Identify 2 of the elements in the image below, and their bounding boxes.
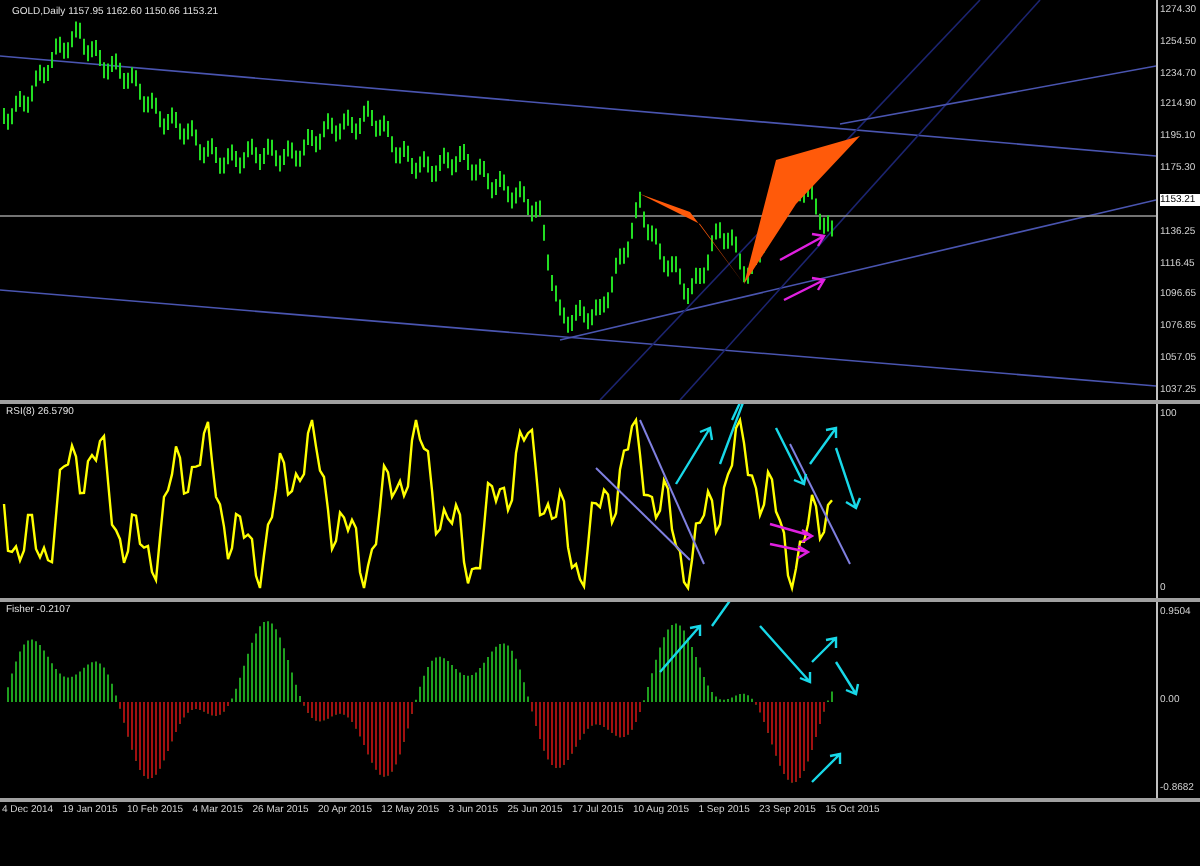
arrows-drawing	[768, 522, 815, 560]
arrows-drawing	[778, 232, 826, 302]
